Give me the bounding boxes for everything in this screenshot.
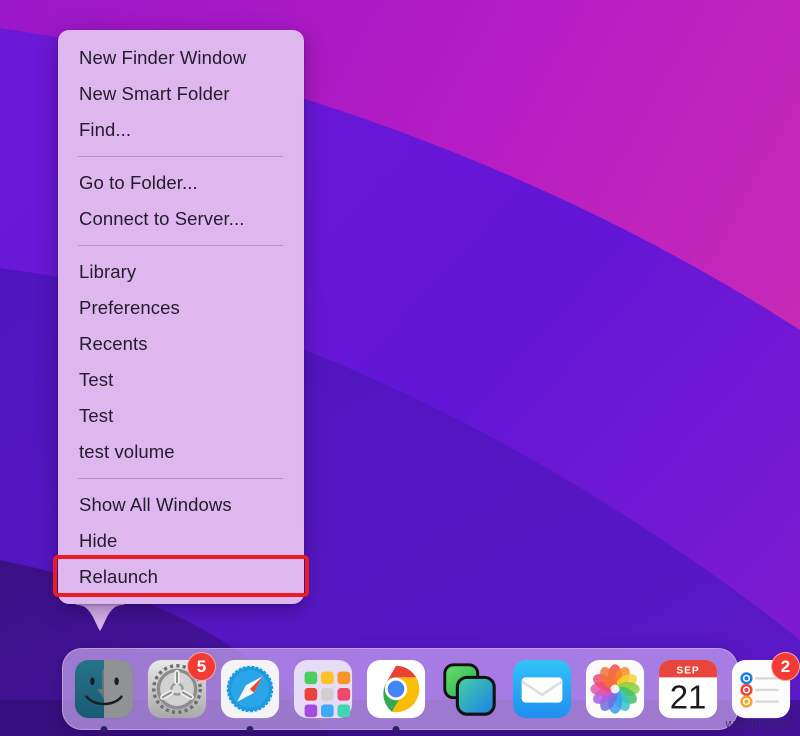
menu-item-go-to-folder[interactable]: Go to Folder... [58, 165, 304, 201]
dock-item-finder[interactable] [72, 657, 136, 721]
finder-icon [73, 658, 135, 720]
menu-item-new-finder-window[interactable]: New Finder Window [58, 40, 304, 76]
menu-item-recents[interactable]: Recents [58, 326, 304, 362]
dock[interactable]: 5SEP212 [62, 648, 738, 730]
menu-item-test-1[interactable]: Test [58, 362, 304, 398]
dock-item-safari[interactable] [218, 657, 282, 721]
dock-item-launchpad[interactable] [291, 657, 355, 721]
envelope-icon [511, 658, 573, 720]
menu-item-hide[interactable]: Hide [58, 523, 304, 559]
dock-item-stacked-windows[interactable] [437, 657, 501, 721]
calendar-icon: SEP21 [657, 658, 719, 720]
running-indicator-google-chrome [393, 726, 400, 733]
svg-text:SEP: SEP [676, 666, 699, 677]
chrome-icon [365, 658, 427, 720]
running-indicator-safari [247, 726, 254, 733]
menu-separator [78, 478, 283, 479]
context-menu-pointer-arrow [76, 600, 124, 636]
menu-separator [78, 245, 283, 246]
compass-icon [219, 658, 281, 720]
badge-reminders: 2 [771, 652, 800, 681]
finder-dock-context-menu[interactable]: New Finder WindowNew Smart FolderFind...… [58, 30, 304, 604]
menu-item-test-2[interactable]: Test [58, 398, 304, 434]
dock-item-mail[interactable] [510, 657, 574, 721]
grid-icon [292, 658, 354, 720]
menu-item-test-volume[interactable]: test volume [58, 434, 304, 470]
site-watermark: wsxdn.com [725, 717, 788, 731]
menu-separator [78, 156, 283, 157]
menu-item-preferences[interactable]: Preferences [58, 290, 304, 326]
menu-item-library[interactable]: Library [58, 254, 304, 290]
dock-item-calendar[interactable]: SEP21 [656, 657, 720, 721]
menu-item-find[interactable]: Find... [58, 112, 304, 148]
running-indicator-finder [101, 726, 108, 733]
dock-item-system-preferences[interactable]: 5 [145, 657, 209, 721]
dock-item-reminders[interactable]: 2 [729, 657, 793, 721]
badge-system-preferences: 5 [187, 652, 216, 681]
menu-item-connect-to-server[interactable]: Connect to Server... [58, 201, 304, 237]
menu-item-new-smart-folder[interactable]: New Smart Folder [58, 76, 304, 112]
dock-item-google-chrome[interactable] [364, 657, 428, 721]
menu-item-show-all-windows[interactable]: Show All Windows [58, 487, 304, 523]
pinwheel-icon [584, 658, 646, 720]
svg-text:21: 21 [670, 678, 707, 715]
stacked-squares-icon [438, 658, 500, 720]
relaunch-annotation-box [53, 555, 309, 597]
dock-item-photos[interactable] [583, 657, 647, 721]
menu-item-relaunch[interactable]: Relaunch [58, 559, 304, 595]
